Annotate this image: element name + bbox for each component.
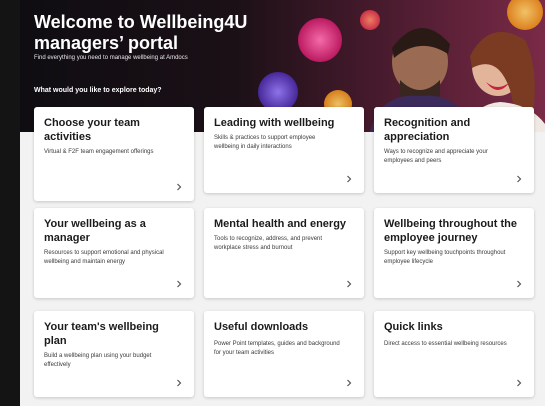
chevron-right-icon[interactable] (344, 279, 354, 289)
page-title: Welcome to Wellbeing4U managers’ portal (34, 12, 247, 54)
card-useful-downloads[interactable]: Useful downloads Power Point templates, … (204, 311, 364, 397)
card-description: Support key wellbeing touchpoints throug… (384, 250, 506, 265)
card-your-wellbeing-as-manager[interactable]: Your wellbeing as a manager Resources to… (34, 208, 194, 298)
card-description: Build a wellbeing plan using your budget… (44, 353, 152, 368)
chevron-right-icon[interactable] (174, 182, 184, 192)
page-title-line-2: managers’ portal (34, 33, 179, 53)
card-description: Skills & practices to support employee w… (214, 135, 316, 150)
card-quick-links[interactable]: Quick links Direct access to essential w… (374, 311, 534, 397)
card-title: Useful downloads (214, 321, 309, 333)
chevron-right-icon[interactable] (344, 378, 354, 388)
card-title: Your wellbeing as a manager (44, 218, 146, 244)
card-description: Tools to recognize, address, and prevent… (214, 236, 323, 251)
card-title: Recognition and appreciation (384, 117, 471, 143)
card-wellbeing-employee-journey[interactable]: Wellbeing throughout the employee journe… (374, 208, 534, 298)
portal-frame: Welcome to Wellbeing4U managers’ portal … (20, 0, 545, 406)
chevron-right-icon[interactable] (514, 378, 524, 388)
card-title: Wellbeing throughout the employee journe… (384, 218, 517, 244)
card-title: Your team's wellbeing plan (44, 321, 159, 347)
card-description: Virtual & F2F team engagement offerings (44, 149, 154, 155)
card-choose-team-activities[interactable]: Choose your team activities Virtual & F2… (34, 107, 194, 201)
card-mental-health-and-energy[interactable]: Mental health and energy Tools to recogn… (204, 208, 364, 298)
chevron-right-icon[interactable] (514, 174, 524, 184)
chevron-right-icon[interactable] (344, 174, 354, 184)
chevron-right-icon[interactable] (174, 279, 184, 289)
card-title: Mental health and energy (214, 218, 347, 230)
card-description: Power Point templates, guides and backgr… (214, 341, 340, 356)
card-title: Quick links (384, 321, 443, 333)
page-title-line-1: Welcome to Wellbeing4U (34, 12, 248, 32)
chevron-right-icon[interactable] (514, 279, 524, 289)
card-description: Direct access to essential wellbeing res… (384, 341, 507, 347)
card-leading-with-wellbeing[interactable]: Leading with wellbeing Skills & practice… (204, 107, 364, 193)
card-recognition-and-appreciation[interactable]: Recognition and appreciation Ways to rec… (374, 107, 534, 193)
card-description: Resources to support emotional and physi… (44, 250, 164, 265)
card-team-wellbeing-plan[interactable]: Your team's wellbeing plan Build a wellb… (34, 311, 194, 397)
chevron-right-icon[interactable] (174, 378, 184, 388)
explore-question: What would you like to explore today? (34, 87, 162, 94)
card-title: Leading with wellbeing (214, 117, 335, 129)
card-title: Choose your team activities (44, 117, 140, 143)
page-subtitle: Find everything you need to manage wellb… (34, 55, 188, 61)
card-description: Ways to recognize and appreciate your em… (384, 149, 488, 164)
